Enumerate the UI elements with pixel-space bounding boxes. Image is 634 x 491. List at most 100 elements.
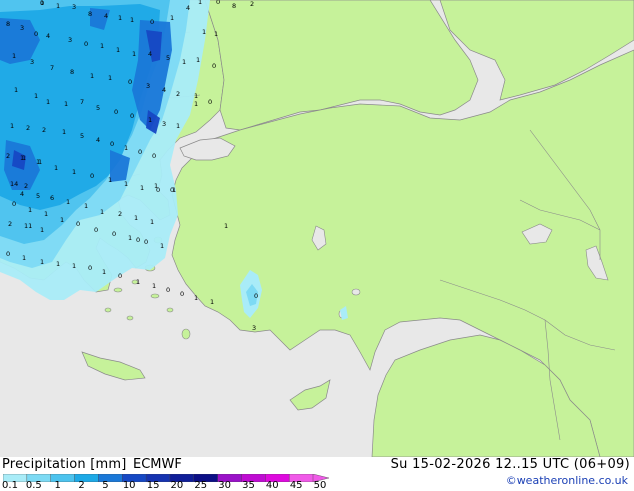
contour-label: 0	[136, 236, 140, 244]
contour-label: 0	[152, 152, 156, 160]
contour-label: 4	[162, 86, 166, 94]
contour-label: 0	[12, 200, 16, 208]
legend-tick-label: 15	[146, 480, 160, 491]
contour-label: 1	[40, 226, 44, 234]
contour-label: 8	[88, 10, 92, 18]
credit-link[interactable]: ©weatheronline.co.uk	[506, 474, 628, 487]
contour-label: 8	[6, 20, 10, 28]
contour-label: 1	[108, 74, 112, 82]
contour-label: 0	[180, 290, 184, 298]
contour-label: 2	[176, 90, 180, 98]
contour-label: 0	[112, 230, 116, 238]
contour-label: 5	[96, 104, 100, 112]
contour-label: 0	[216, 0, 220, 6]
contour-label: 2	[250, 0, 254, 8]
contour-label: 1	[194, 100, 198, 108]
contour-label: 1	[176, 122, 180, 130]
contour-label: 0	[94, 226, 98, 234]
contour-label: 1	[154, 182, 158, 190]
contour-label: 0	[138, 148, 142, 156]
contour-label: 8	[232, 2, 236, 10]
contour-label: 1	[224, 222, 228, 230]
contour-label: 7	[80, 98, 84, 106]
contour-label: 3	[30, 58, 34, 66]
contour-label: 0	[208, 98, 212, 106]
contour-label: 3	[146, 82, 150, 90]
contour-label: 1	[60, 216, 64, 224]
legend-tick-label: 35	[242, 480, 255, 491]
contour-label: 0	[130, 112, 134, 120]
contour-label: 3	[252, 324, 256, 332]
contour-label: 0	[144, 238, 148, 246]
contour-label: 0	[76, 220, 80, 228]
contour-label: 4	[186, 4, 190, 12]
contour-label: 3	[72, 3, 76, 11]
contour-label: 4	[148, 50, 152, 58]
contour-label: 1	[56, 2, 60, 10]
contour-label: 1	[130, 16, 134, 24]
contour-label: 1	[128, 234, 132, 242]
contour-label: 1	[102, 268, 106, 276]
contour-label: 1	[46, 98, 50, 106]
contour-label: 0	[88, 264, 92, 272]
contour-label: 2	[8, 220, 12, 228]
contour-label: 5	[80, 132, 84, 140]
contour-label: 1	[150, 218, 154, 226]
contour-label: 6	[50, 194, 54, 202]
contour-label: 4	[96, 136, 100, 144]
contour-label: 4	[104, 12, 108, 20]
contour-label: 1	[22, 254, 26, 262]
contour-label: 1	[202, 28, 206, 36]
legend-tick-label: 30	[218, 480, 231, 491]
contour-label: 0	[84, 40, 88, 48]
contour-label: 2	[118, 210, 122, 218]
legend-tick-label: 0.1	[2, 480, 18, 491]
contour-label: 1	[34, 92, 38, 100]
contour-label: 1	[10, 122, 14, 130]
contour-label: 3	[68, 36, 72, 44]
contour-label: 0	[114, 108, 118, 116]
legend-tick-label: 2	[78, 480, 85, 491]
contour-label: 0	[128, 78, 132, 86]
contour-label: 3	[20, 24, 24, 32]
contour-label: 1	[152, 282, 156, 290]
legend-tick-label: 40	[265, 480, 279, 491]
map-title: Precipitation [mm]	[2, 457, 127, 472]
legend-tick-label: 50	[313, 480, 327, 491]
model-name: ECMWF	[133, 457, 182, 472]
contour-label: 1	[100, 42, 104, 50]
contour-label: 11	[24, 222, 32, 230]
contour-label: 5	[36, 192, 40, 200]
contour-label: 1	[62, 128, 66, 136]
contour-label: 1	[14, 86, 18, 94]
contour-label: 4	[46, 32, 50, 40]
contour-label: 1	[54, 164, 58, 172]
contour-label: 1	[132, 50, 136, 58]
contour-label: 1	[182, 58, 186, 66]
contour-label: 1	[66, 198, 70, 206]
contour-label: 0	[110, 140, 114, 148]
contour-label: 1	[124, 144, 128, 152]
legend-tick-label: 10	[122, 480, 136, 491]
contour-label: 5	[166, 54, 170, 62]
contour-label: 4	[20, 190, 24, 198]
contour-label: 0	[254, 292, 258, 300]
legend-tick-label: 1	[54, 480, 61, 491]
contour-label: 1	[124, 180, 128, 188]
legend-tick-label: 45	[289, 480, 303, 491]
precipitation-map: 0 1 38 4 1 1 0 141 0 8 21 1108 30 4 3 0 1 1 1 4 5 1137 8 1 1 0 3 4 2…	[0, 0, 634, 457]
contour-label: 1	[28, 206, 32, 214]
contour-label: 1	[64, 100, 68, 108]
contour-label: 14	[10, 180, 18, 188]
contour-label: 1	[148, 116, 152, 124]
contour-label: 1	[72, 262, 76, 270]
contour-label: 1	[140, 184, 144, 192]
footer: Precipitation [mm] ECMWF Su 15-02-2026 1…	[0, 457, 634, 491]
contour-label: 1	[40, 258, 44, 266]
legend-tick-label: 25	[194, 480, 208, 491]
contour-label: 1	[84, 202, 88, 210]
contour-label: 2	[24, 182, 28, 190]
contour-label: 1	[194, 294, 198, 302]
legend-tick-label: 20	[170, 480, 184, 491]
legend-tick-label: 5	[102, 480, 109, 491]
